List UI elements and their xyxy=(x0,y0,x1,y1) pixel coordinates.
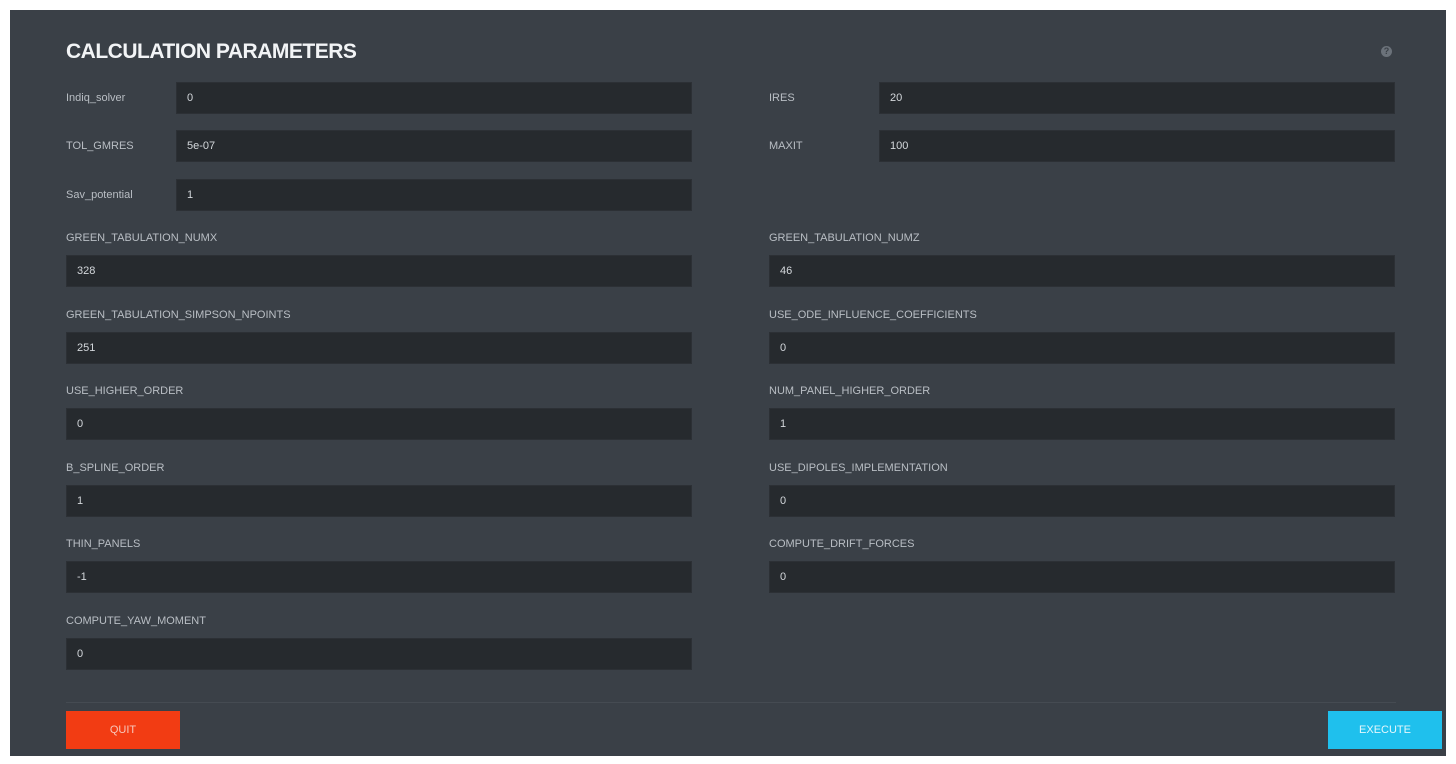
page-title: CALCULATION PARAMETERS xyxy=(66,40,357,63)
field-label: Indiq_solver xyxy=(66,92,126,104)
b-spline-order-input[interactable]: 1 xyxy=(66,485,692,517)
green-tabulation-simpson-npoints-input[interactable]: 251 xyxy=(66,332,692,364)
thin-panels-input[interactable]: -1 xyxy=(66,561,692,593)
use-higher-order-label: USE_HIGHER_ORDER xyxy=(66,385,184,397)
num-panel-higher-order-label: NUM_PANEL_HIGHER_ORDER xyxy=(769,385,931,397)
field-label: IRES xyxy=(769,92,795,104)
compute-drift-forces-label: COMPUTE_DRIFT_FORCES xyxy=(769,538,915,550)
calculation-parameters-panel: CALCULATION PARAMETERS ? Indiq_solver 0 … xyxy=(10,10,1446,756)
num-panel-higher-order-input[interactable]: 1 xyxy=(769,408,1395,440)
field-maxit: MAXIT 100 xyxy=(769,130,1395,162)
compute-yaw-moment-input[interactable]: 0 xyxy=(66,638,692,670)
use-ode-influence-coefficients-input[interactable]: 0 xyxy=(769,332,1395,364)
b-spline-order-label: B_SPLINE_ORDER xyxy=(66,462,165,474)
green-tabulation-numz-label: GREEN_TABULATION_NUMZ xyxy=(769,232,920,244)
field-label: Sav_potential xyxy=(66,189,133,201)
compute-yaw-moment-label: COMPUTE_YAW_MOMENT xyxy=(66,615,206,627)
field-tol-gmres: TOL_GMRES 5e-07 xyxy=(66,130,692,162)
field-ires: IRES 20 xyxy=(769,82,1395,114)
green-tabulation-simpson-npoints-label: GREEN_TABULATION_SIMPSON_NPOINTS xyxy=(66,309,291,321)
use-ode-influence-coefficients-label: USE_ODE_INFLUENCE_COEFFICIENTS xyxy=(769,309,977,321)
help-icon[interactable]: ? xyxy=(1381,46,1392,57)
tol-gmres-input[interactable]: 5e-07 xyxy=(176,130,692,162)
green-tabulation-numx-input[interactable]: 328 xyxy=(66,255,692,287)
field-label: MAXIT xyxy=(769,140,803,152)
sav-potential-input[interactable]: 1 xyxy=(176,179,692,211)
use-dipoles-implementation-input[interactable]: 0 xyxy=(769,485,1395,517)
field-label: TOL_GMRES xyxy=(66,140,134,152)
field-indiq-solver: Indiq_solver 0 xyxy=(66,82,692,114)
execute-button[interactable]: EXECUTE xyxy=(1328,711,1442,749)
green-tabulation-numz-input[interactable]: 46 xyxy=(769,255,1395,287)
ires-input[interactable]: 20 xyxy=(879,82,1395,114)
green-tabulation-numx-label: GREEN_TABULATION_NUMX xyxy=(66,232,218,244)
thin-panels-label: THIN_PANELS xyxy=(66,538,141,550)
use-dipoles-implementation-label: USE_DIPOLES_IMPLEMENTATION xyxy=(769,462,948,474)
footer-divider xyxy=(66,702,1396,703)
field-sav-potential: Sav_potential 1 xyxy=(66,179,692,211)
indiq-solver-input[interactable]: 0 xyxy=(176,82,692,114)
use-higher-order-input[interactable]: 0 xyxy=(66,408,692,440)
compute-drift-forces-input[interactable]: 0 xyxy=(769,561,1395,593)
maxit-input[interactable]: 100 xyxy=(879,130,1395,162)
quit-button[interactable]: QUIT xyxy=(66,711,180,749)
